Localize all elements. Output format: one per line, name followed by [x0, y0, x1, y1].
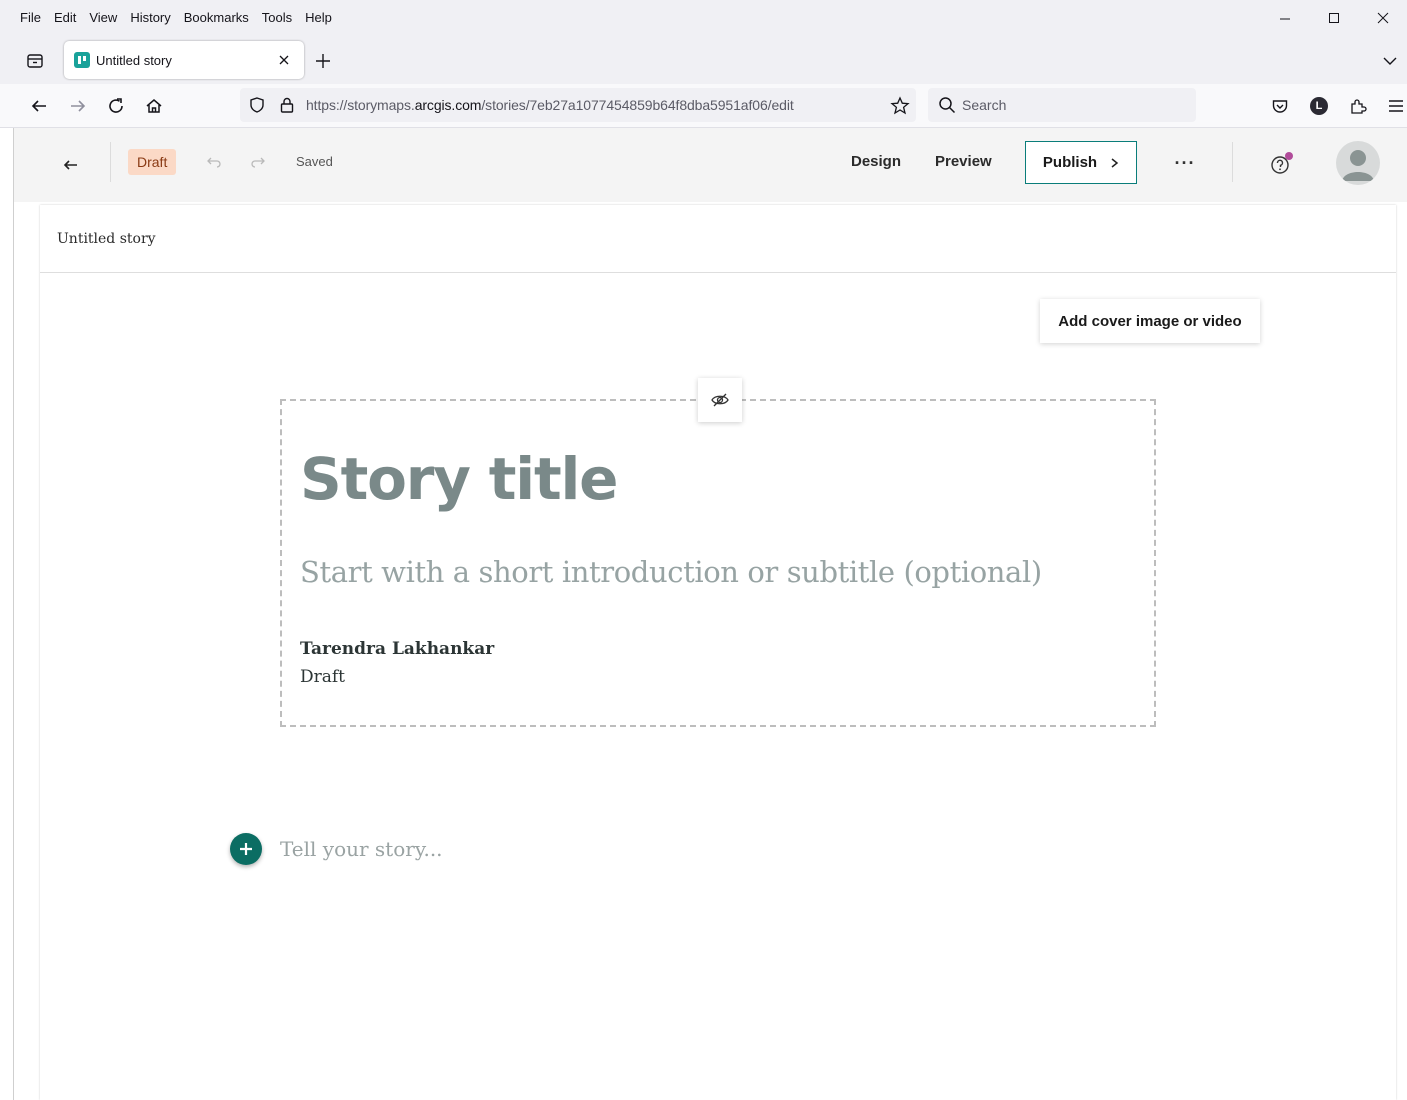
- more-options-button[interactable]: ···: [1172, 150, 1198, 176]
- undo-button[interactable]: [204, 152, 224, 172]
- arrow-left-icon: [63, 160, 77, 170]
- preview-button[interactable]: Preview: [935, 153, 992, 170]
- tab-title: Untitled story: [96, 52, 172, 68]
- chevron-right-icon: [1111, 157, 1119, 168]
- arrow-left-icon: [31, 100, 46, 112]
- story-subtitle-input[interactable]: Start with a short introduction or subti…: [300, 555, 1042, 589]
- story-title-input[interactable]: Story title: [300, 445, 619, 513]
- user-avatar-icon: [1342, 150, 1374, 181]
- back-button[interactable]: [27, 94, 51, 118]
- menu-help[interactable]: Help: [305, 10, 332, 25]
- user-avatar[interactable]: [1336, 141, 1380, 185]
- undo-icon: [207, 157, 221, 168]
- maximize-icon: [1328, 13, 1339, 23]
- author-byline[interactable]: Tarendra Lakhankar: [300, 639, 494, 659]
- maximize-button[interactable]: [1309, 0, 1358, 36]
- chevron-down-icon: [1383, 57, 1397, 65]
- extensions-button[interactable]: [1346, 94, 1370, 118]
- redo-button[interactable]: [248, 152, 268, 172]
- tab-untitled-story[interactable]: Untitled story: [64, 41, 304, 79]
- close-icon: [1377, 12, 1388, 24]
- pocket-button[interactable]: [1268, 94, 1292, 118]
- design-button[interactable]: Design: [851, 153, 901, 170]
- plus-icon: [316, 54, 330, 68]
- new-tab-button[interactable]: [312, 50, 334, 72]
- browser-menubar: File Edit View History Bookmarks Tools H…: [0, 0, 1407, 36]
- menu-edit[interactable]: Edit: [54, 10, 76, 25]
- more-options-label: ···: [1174, 152, 1196, 173]
- reload-icon: [109, 98, 123, 113]
- menu-view[interactable]: View: [89, 10, 117, 25]
- minimize-icon: [1279, 18, 1290, 20]
- menu-file[interactable]: File: [20, 10, 41, 25]
- menu-items: File Edit View History Bookmarks Tools H…: [20, 10, 332, 25]
- plus-icon: [240, 843, 252, 855]
- publish-status-text: Draft: [300, 667, 346, 687]
- storymaps-favicon-icon: [74, 52, 90, 68]
- search-bar[interactable]: [928, 88, 1196, 122]
- help-button[interactable]: [1268, 150, 1296, 178]
- home-icon: [146, 99, 162, 113]
- title-block-options-button[interactable]: [698, 378, 742, 422]
- tab-overview-button[interactable]: [24, 50, 46, 72]
- browser-navbar: https://storymaps.arcgis.com/stories/7eb…: [0, 84, 1407, 128]
- draft-status-badge: Draft: [128, 149, 177, 175]
- title-block[interactable]: Story title Start with a short introduct…: [280, 378, 1156, 727]
- bookmark-star-icon[interactable]: [890, 96, 910, 116]
- close-tab-button[interactable]: [270, 46, 298, 74]
- pocket-icon: [1272, 100, 1288, 113]
- tracking-protection-shield-icon[interactable]: [248, 96, 266, 114]
- menu-history[interactable]: History: [130, 10, 170, 25]
- save-status-text: Saved: [296, 154, 333, 169]
- hamburger-menu-icon: [1389, 100, 1403, 112]
- header-divider: [110, 142, 111, 182]
- url-bar[interactable]: https://storymaps.arcgis.com/stories/7eb…: [240, 88, 916, 122]
- publish-label: Publish: [1042, 154, 1098, 171]
- account-button[interactable]: L: [1307, 94, 1331, 118]
- builder-header: Draft Saved Design Preview Publish ···: [14, 128, 1407, 202]
- account-initial: L: [1315, 100, 1323, 112]
- window-controls: [1260, 0, 1407, 36]
- lock-icon[interactable]: [278, 96, 296, 114]
- add-content-block-button[interactable]: [230, 833, 262, 865]
- menu-tools[interactable]: Tools: [262, 10, 292, 25]
- story-body-input[interactable]: Tell your story...: [280, 837, 443, 861]
- add-cover-button[interactable]: Add cover image or video: [1040, 299, 1260, 343]
- search-input[interactable]: [962, 94, 1182, 116]
- menu-bookmarks[interactable]: Bookmarks: [184, 10, 249, 25]
- puzzle-piece-icon: [1351, 99, 1367, 114]
- add-cover-label: Add cover image or video: [1058, 312, 1242, 330]
- app-menu-button[interactable]: [1384, 94, 1407, 118]
- browser-tabbar: Untitled story: [0, 36, 1407, 84]
- back-to-stories-button[interactable]: [58, 152, 84, 178]
- story-canvas: Untitled story Add cover image or video …: [40, 205, 1396, 1100]
- home-button[interactable]: [142, 94, 166, 118]
- arrow-right-icon: [71, 100, 86, 112]
- list-all-tabs-button[interactable]: [1379, 50, 1401, 72]
- url-text: https://storymaps.arcgis.com/stories/7eb…: [306, 97, 794, 113]
- story-nav-title: Untitled story: [57, 231, 156, 247]
- reload-button[interactable]: [104, 94, 128, 118]
- story-navigation-bar: Untitled story: [40, 205, 1396, 273]
- hide-eye-icon: [711, 393, 729, 407]
- close-icon: [279, 55, 289, 65]
- minimize-button[interactable]: [1260, 0, 1309, 36]
- help-question-icon: [1271, 152, 1293, 174]
- search-icon: [939, 97, 956, 114]
- redo-icon: [251, 157, 265, 168]
- window-edge-divider: [13, 128, 14, 1100]
- header-divider-right: [1232, 142, 1233, 182]
- close-window-button[interactable]: [1358, 0, 1407, 36]
- tabs-overview-icon: [27, 54, 43, 68]
- publish-button[interactable]: Publish: [1025, 141, 1137, 184]
- forward-button[interactable]: [66, 94, 90, 118]
